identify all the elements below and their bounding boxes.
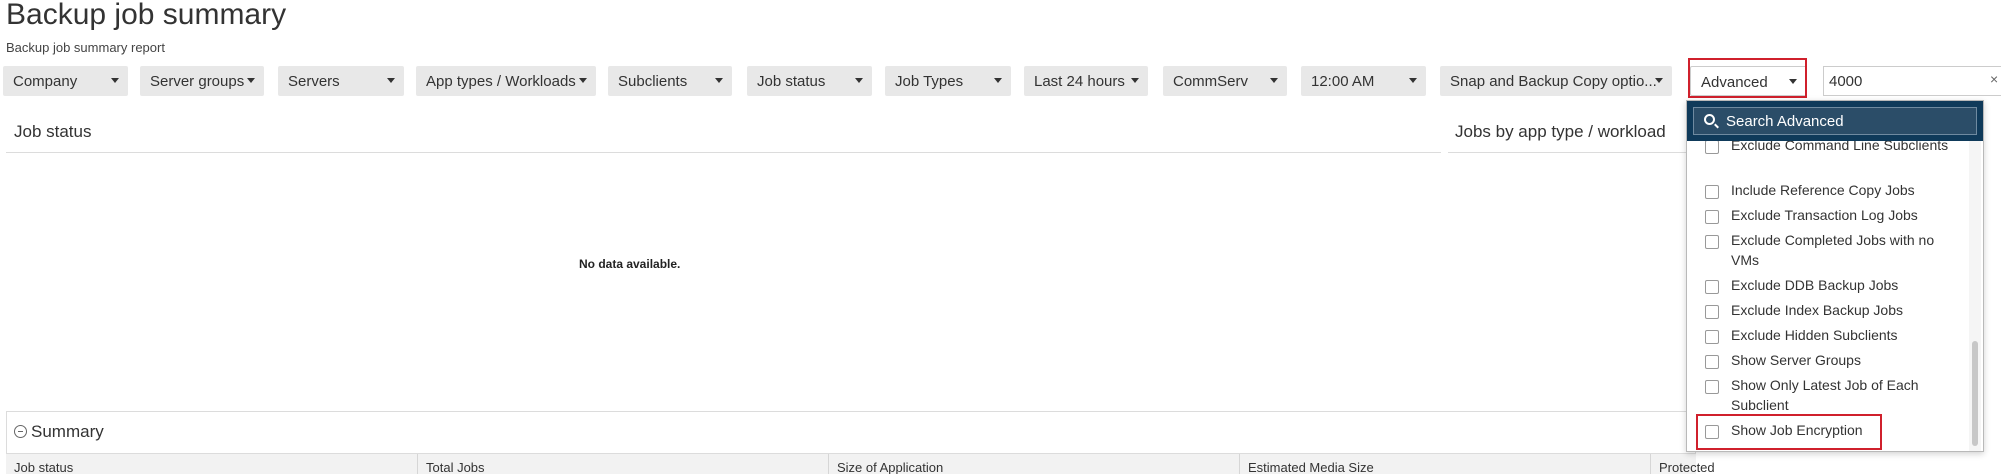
option-exclude-command-line-subclients[interactable]: Exclude Command Line Subclients — [1705, 141, 1955, 175]
filter-label: App types / Workloads — [426, 73, 576, 90]
jobs-by-app-divider — [1448, 152, 1688, 153]
checkbox[interactable] — [1705, 355, 1719, 369]
search-input[interactable] — [1823, 66, 2001, 96]
dropdown-scrollbar[interactable] — [1969, 141, 1981, 451]
chevron-down-icon — [1131, 78, 1139, 83]
option-label: Exclude Index Backup Jobs — [1731, 302, 1903, 318]
dropdown-search-input[interactable]: Search Advanced — [1693, 107, 1977, 135]
filter-label: Server groups — [150, 73, 245, 90]
filter-company[interactable]: Company — [3, 66, 128, 96]
checkbox[interactable] — [1705, 141, 1719, 154]
summary-table-header: Job status Total Jobs Size of Applicatio… — [6, 453, 1715, 474]
page-subtitle: Backup job summary report — [6, 40, 165, 55]
option-label: Exclude Transaction Log Jobs — [1731, 207, 1918, 223]
dropdown-search-placeholder: Search Advanced — [1726, 113, 1844, 130]
filter-label: Servers — [288, 73, 340, 90]
option-label: Show Only Latest Job of Each Subclient — [1731, 377, 1919, 413]
job-encryption-highlight — [1696, 414, 1882, 450]
filter-job-types[interactable]: Job Types — [885, 66, 1011, 96]
column-header[interactable]: Total Jobs — [426, 460, 485, 474]
chevron-down-icon — [994, 78, 1002, 83]
no-data-message: No data available. — [579, 257, 681, 271]
filter-server-groups[interactable]: Server groups — [140, 66, 264, 96]
filter-time-range[interactable]: Last 24 hours — [1024, 66, 1148, 96]
chevron-down-icon — [1409, 78, 1417, 83]
summary-toggle[interactable]: Summary — [14, 422, 104, 442]
chevron-down-icon — [247, 78, 255, 83]
option-label: Exclude Hidden Subclients — [1731, 327, 1898, 343]
chevron-down-icon — [1655, 78, 1663, 83]
summary-title: Summary — [31, 422, 104, 441]
dropdown-search-bar: Search Advanced — [1687, 101, 1983, 141]
chevron-down-icon — [855, 78, 863, 83]
column-header[interactable]: Estimated Media Size — [1248, 460, 1374, 474]
column-divider — [1239, 454, 1240, 474]
advanced-highlight — [1688, 58, 1807, 98]
checkbox[interactable] — [1705, 210, 1719, 224]
checkbox[interactable] — [1705, 235, 1719, 249]
column-header[interactable]: Job status — [14, 460, 73, 474]
filter-label: Snap and Backup Copy optio... — [1450, 73, 1657, 90]
filter-servers[interactable]: Servers — [278, 66, 404, 96]
filter-app-types[interactable]: App types / Workloads — [416, 66, 596, 96]
option-label: Show Server Groups — [1731, 352, 1861, 368]
option-label: Exclude Completed Jobs with no VMs — [1731, 232, 1935, 268]
page-title: Backup job summary — [6, 0, 287, 31]
checkbox[interactable] — [1705, 280, 1719, 294]
filter-label: Company — [13, 73, 78, 90]
filter-subclients[interactable]: Subclients — [608, 66, 732, 96]
filter-job-status[interactable]: Job status — [747, 66, 872, 96]
column-header[interactable]: Size of Application — [837, 460, 943, 474]
filter-label: 12:00 AM — [1311, 73, 1375, 90]
chevron-down-icon — [111, 78, 119, 83]
jobs-by-app-heading: Jobs by app type / workload — [1455, 122, 1666, 141]
chevron-down-icon — [579, 78, 587, 83]
column-divider — [1650, 454, 1651, 474]
column-divider — [417, 454, 418, 474]
dropdown-options-list: Exclude Command Line Subclients Include … — [1687, 141, 1967, 451]
collapse-icon[interactable] — [14, 425, 27, 438]
checkbox[interactable] — [1705, 185, 1719, 199]
filter-time-of-day[interactable]: 12:00 AM — [1301, 66, 1426, 96]
option-label: Exclude DDB Backup Jobs — [1731, 277, 1899, 293]
checkbox[interactable] — [1705, 330, 1719, 344]
search-icon — [1704, 114, 1715, 125]
chevron-down-icon — [715, 78, 723, 83]
option-label: Exclude Command Line Subclients — [1731, 141, 1949, 153]
filter-label: Job Types — [895, 73, 964, 90]
column-divider — [828, 454, 829, 474]
job-status-heading: Job status — [14, 122, 92, 141]
column-header[interactable]: Protected Objects — [1659, 460, 1715, 474]
scrollbar-thumb[interactable] — [1972, 341, 1978, 446]
clear-icon[interactable]: × — [1990, 71, 1998, 87]
option-label: Include Reference Copy Jobs — [1731, 182, 1915, 198]
filter-label: Job status — [757, 73, 826, 90]
filter-commserv[interactable]: CommServ — [1163, 66, 1287, 96]
job-status-divider — [6, 152, 1441, 153]
checkbox[interactable] — [1705, 305, 1719, 319]
checkbox[interactable] — [1705, 380, 1719, 394]
filter-label: CommServ — [1173, 73, 1249, 90]
filter-label: Subclients — [618, 73, 688, 90]
chevron-down-icon — [387, 78, 395, 83]
filter-snap-backup-copy[interactable]: Snap and Backup Copy optio... — [1440, 66, 1672, 96]
advanced-dropdown: Search Advanced Exclude Command Line Sub… — [1686, 100, 1984, 452]
filter-label: Last 24 hours — [1034, 73, 1125, 90]
chevron-down-icon — [1270, 78, 1278, 83]
